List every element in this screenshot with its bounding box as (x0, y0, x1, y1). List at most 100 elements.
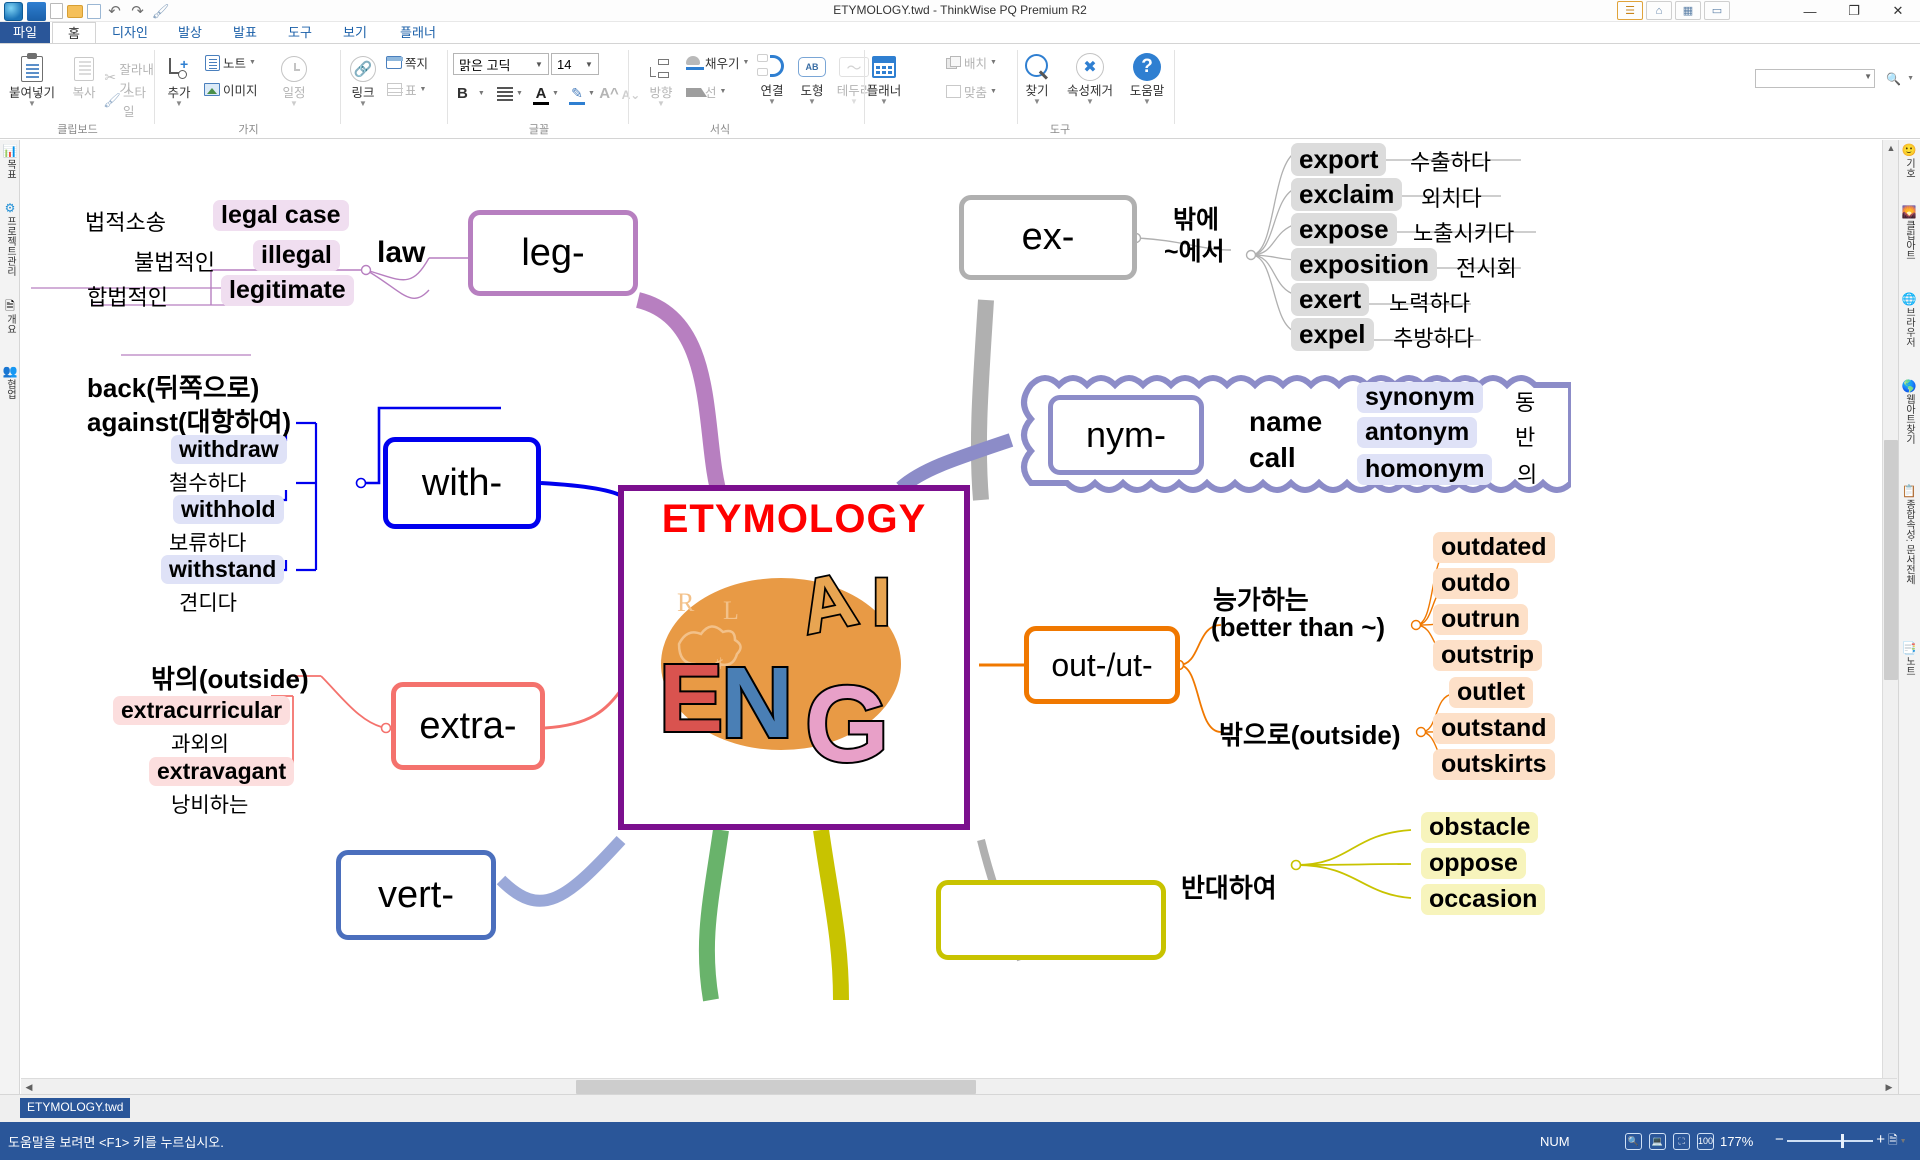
node-withdraw-kr[interactable]: 철수하다 (169, 467, 246, 497)
note-caret-icon[interactable]: ▼ (249, 59, 256, 66)
schedule-button[interactable]: 일정 ▼ (274, 52, 314, 108)
node-outdated[interactable]: outdated (1433, 532, 1555, 563)
node-exclaim-kr[interactable]: 외치다 (1421, 181, 1482, 213)
tab-ideas[interactable]: 발상 (165, 22, 215, 44)
maximize-button[interactable]: ❐ (1832, 0, 1876, 22)
clear-attributes-caret-icon[interactable]: ▼ (1059, 98, 1121, 106)
line-caret-icon[interactable]: ▼ (720, 88, 727, 95)
close-button[interactable]: ✕ (1876, 0, 1920, 22)
align-objects-button[interactable]: 맞춤 ▼ (945, 82, 997, 101)
vertical-scroll-thumb[interactable] (1884, 440, 1898, 680)
outline-panel-icon[interactable]: 🗎 (1888, 1131, 1898, 1152)
node-export[interactable]: export (1291, 143, 1387, 176)
node-antonym-kr[interactable]: 반 (1515, 420, 1535, 452)
link-caret-icon[interactable]: ▼ (342, 100, 384, 108)
font-size-caret-icon[interactable]: ▼ (582, 54, 596, 74)
node-out[interactable]: out-/ut- (1024, 626, 1180, 704)
tab-planner[interactable]: 플래너 (385, 22, 451, 44)
outline-caret-icon[interactable]: ▼ (1900, 1138, 1907, 1145)
node-out-meaning-line2[interactable]: (better than ~) (1211, 612, 1385, 643)
shape-button[interactable]: AB 도형 ▼ (792, 50, 832, 106)
node-ex[interactable]: ex- (959, 195, 1137, 280)
fill-button[interactable]: 채우기 ▼ (686, 53, 749, 72)
search-caret-icon[interactable]: ▼ (1864, 72, 1872, 81)
tab-view[interactable]: 보기 (330, 22, 380, 44)
node-synonym-kr[interactable]: 동 (1515, 385, 1535, 417)
sidebar-item-note[interactable]: 📑 노트 (1899, 642, 1919, 677)
sidebar-item-project[interactable]: ⚙ 프로젝트관리 (0, 202, 20, 277)
decrease-font-button[interactable]: A⌄ (622, 85, 641, 104)
bold-button[interactable]: B ▼ (457, 84, 485, 103)
zoom-slider-handle[interactable] (1841, 1134, 1844, 1148)
node-with-meaning-line2[interactable]: against(대항하여) (87, 402, 291, 439)
node-expel[interactable]: expel (1291, 318, 1374, 351)
node-outskirts[interactable]: outskirts (1433, 749, 1555, 780)
horizontal-scroll-thumb[interactable] (576, 1080, 976, 1094)
link-button[interactable]: 🔗 링크 ▼ (342, 52, 384, 108)
home-icon[interactable]: ⌂ (1646, 1, 1672, 20)
align-button[interactable]: ▼ (497, 84, 523, 103)
planner-caret-icon[interactable]: ▼ (860, 98, 908, 106)
add-branch-button[interactable]: + 추가 ▼ (158, 52, 200, 108)
sidebar-item-browser[interactable]: 🌐 브라우저 (1899, 293, 1919, 348)
arrange-caret-icon[interactable]: ▼ (990, 59, 997, 66)
horizontal-scrollbar[interactable]: ◀ ▶ (21, 1078, 1897, 1094)
paste-button[interactable]: 붙여넣기 ▼ (4, 52, 60, 108)
sidebar-item-outline[interactable]: 🗎 개요 (0, 300, 20, 335)
node-illegal-kr[interactable]: 불법적인 (134, 245, 215, 277)
node-ob[interactable] (936, 880, 1166, 960)
node-extra-meaning[interactable]: 밖의(outside) (151, 659, 309, 696)
help-caret-icon[interactable]: ▼ (1123, 98, 1171, 106)
node-legitimate[interactable]: legitimate (221, 275, 354, 306)
node-with-meaning-line1[interactable]: back(뒤쪽으로) (87, 368, 259, 405)
node-exclaim[interactable]: exclaim (1291, 178, 1403, 211)
node-outstand[interactable]: outstand (1433, 713, 1555, 744)
add-caret-icon[interactable]: ▼ (158, 100, 200, 108)
node-homonym-kr[interactable]: 의 (1517, 457, 1537, 489)
find-button[interactable]: 찾기 ▼ (1015, 50, 1059, 106)
clear-attributes-button[interactable]: ✖ 속성제거 ▼ (1059, 50, 1121, 106)
font-color-button[interactable]: A ▼ (533, 84, 559, 105)
node-illegal[interactable]: illegal (253, 240, 340, 271)
zoom-out-button[interactable]: − (1775, 1131, 1784, 1148)
node-expose[interactable]: expose (1291, 213, 1397, 246)
font-family-select[interactable]: 맑은 고딕 ▼ (453, 53, 549, 75)
font-family-caret-icon[interactable]: ▼ (532, 54, 546, 74)
node-nym[interactable]: nym- (1048, 395, 1204, 475)
node-withstand[interactable]: withstand (161, 555, 285, 584)
node-expose-kr[interactable]: 노출시키다 (1413, 216, 1514, 248)
node-obstacle[interactable]: obstacle (1421, 812, 1539, 843)
document-tab[interactable]: ETYMOLOGY.twd (20, 1098, 131, 1118)
grid-icon[interactable]: ▦ (1675, 1, 1701, 20)
node-outlet[interactable]: outlet (1449, 677, 1534, 708)
node-expel-kr[interactable]: 추방하다 (1393, 321, 1474, 353)
scroll-up-icon[interactable]: ▲ (1883, 140, 1899, 156)
connect-button[interactable]: 연결 ▼ (752, 50, 792, 106)
search-go-icon[interactable]: 🔍 (1886, 72, 1901, 86)
node-antonym[interactable]: antonym (1357, 417, 1478, 448)
sidebar-item-clipart[interactable]: 🌄 클립아트 (1899, 206, 1919, 261)
line-button[interactable]: 선 ▼ (686, 82, 726, 101)
sidebar-item-collab[interactable]: 👥 협업 (0, 365, 20, 400)
node-nym-meaning-line1[interactable]: name (1249, 406, 1322, 438)
zoom-in-button[interactable]: + (1876, 1131, 1885, 1148)
node-with[interactable]: with- (383, 437, 541, 529)
image-button[interactable]: 이미지 (204, 80, 258, 99)
table-button[interactable]: 표 ▼ (386, 80, 426, 99)
sidebar-item-symbol[interactable]: 🙂 기호 (1899, 144, 1919, 179)
node-exert-kr[interactable]: 노력하다 (1389, 286, 1470, 318)
highlight-caret-icon[interactable]: ▼ (588, 90, 595, 97)
tab-home[interactable]: 홈 (52, 22, 96, 44)
tab-design[interactable]: 디자인 (100, 22, 160, 44)
arrange-button[interactable]: 배치 ▼ (945, 53, 997, 72)
tab-file[interactable]: 파일 (0, 22, 50, 44)
node-extravagant-kr[interactable]: 낭비하는 (171, 789, 248, 819)
node-ob-meaning[interactable]: 반대하여 (1181, 868, 1277, 905)
node-extravagant[interactable]: extravagant (149, 757, 295, 786)
schedule-caret-icon[interactable]: ▼ (274, 100, 314, 108)
scroll-right-icon[interactable]: ▶ (1881, 1079, 1897, 1095)
note-button[interactable]: 노트 ▼ (204, 53, 256, 72)
node-extracurricular-kr[interactable]: 과외의 (171, 728, 229, 758)
node-legitimate-kr[interactable]: 합법적인 (87, 280, 168, 312)
node-leg-meaning[interactable]: law (377, 236, 425, 270)
